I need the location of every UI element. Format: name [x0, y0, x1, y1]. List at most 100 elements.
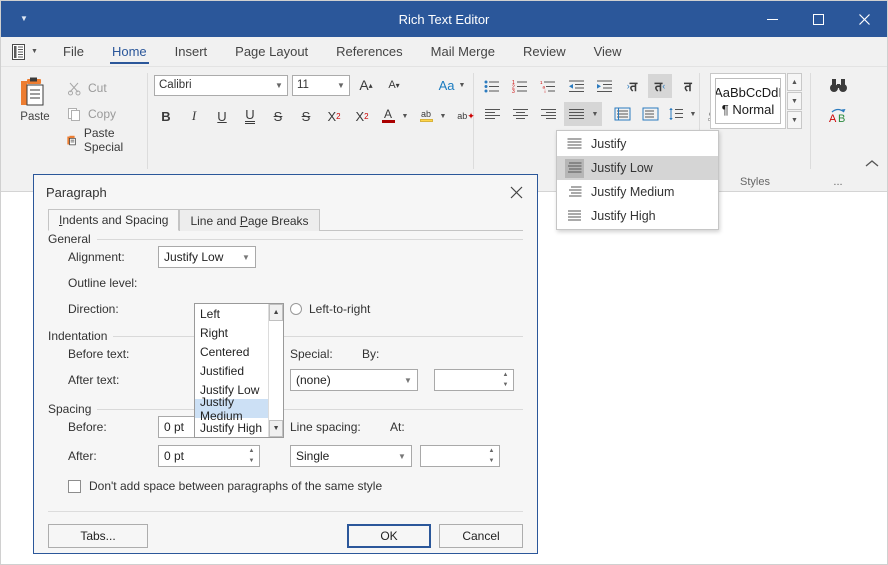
alignment-combo[interactable]: Justify Low ▼: [158, 246, 256, 268]
cancel-button[interactable]: Cancel: [439, 524, 523, 548]
direction-radio-left-to-right[interactable]: Left-to-right: [290, 302, 370, 316]
alignment-list-scrollbar[interactable]: ▲ ▼: [268, 304, 283, 437]
underline-button[interactable]: U: [210, 104, 234, 128]
alignment-option-left[interactable]: Left: [195, 304, 268, 323]
cut-button[interactable]: Cut: [63, 75, 141, 101]
chevron-down-icon[interactable]: ▼: [588, 102, 602, 126]
quick-access-toolbar-button[interactable]: ▼: [1, 1, 47, 37]
style-gallery-scrollbar[interactable]: ▲ ▼ ▼: [787, 73, 802, 130]
spinner-icon[interactable]: ▲▼: [484, 446, 499, 466]
find-binoculars-icon[interactable]: [817, 71, 859, 101]
dialog-close-button[interactable]: [501, 178, 531, 206]
multilevel-list-icon[interactable]: 1 a i: [536, 74, 560, 98]
tab-file[interactable]: File: [49, 37, 98, 66]
subscript-label: X: [355, 109, 364, 124]
dialog-tab-indents-and-spacing[interactable]: Indents and Spacing: [48, 209, 179, 231]
dialog-tab-line-and-page-breaks[interactable]: Line and Page Breaks: [179, 209, 319, 231]
font-color-label: A: [384, 109, 392, 120]
line-spacing-icon[interactable]: [666, 102, 686, 126]
bold-button[interactable]: B: [154, 104, 178, 128]
numbering-icon[interactable]: 1 2 3: [508, 74, 532, 98]
font-size-combo[interactable]: 11 ▼: [292, 75, 350, 96]
tab-page-layout[interactable]: Page Layout: [221, 37, 322, 66]
superscript-button[interactable]: X2: [322, 104, 346, 128]
tabs-button[interactable]: Tabs...: [48, 524, 148, 548]
outline-level-label: Outline level:: [48, 276, 158, 290]
alignment-option-justify-medium[interactable]: Justify Medium: [195, 399, 268, 418]
tab-view[interactable]: View: [580, 37, 636, 66]
alignment-option-right[interactable]: Right: [195, 323, 268, 342]
line-spacing-split[interactable]: ▼: [666, 102, 700, 126]
paste-button[interactable]: Paste: [7, 71, 63, 123]
menu-item-justify-high[interactable]: Justify High: [557, 204, 718, 228]
paste-special-button[interactable]: Paste Special: [63, 127, 141, 153]
line-numbers-icon[interactable]: [610, 102, 634, 126]
minimize-button[interactable]: [749, 1, 795, 37]
alignment-option-justified[interactable]: Justified: [195, 361, 268, 380]
chevron-down-icon[interactable]: ▼: [686, 102, 700, 126]
font-color-button[interactable]: A: [378, 104, 398, 128]
font-color-split[interactable]: A ▼: [378, 104, 412, 128]
title-bar: ▼ Rich Text Editor: [1, 1, 887, 37]
replace-icon[interactable]: A B: [817, 101, 859, 131]
justify-icon[interactable]: [564, 102, 588, 126]
show-formatting-marks-icon[interactable]: त: [676, 74, 700, 98]
spacing-after-spinner[interactable]: 0 pt ▲▼: [158, 445, 260, 467]
double-underline-button[interactable]: U: [238, 104, 262, 128]
spinner-icon[interactable]: ▲▼: [498, 370, 513, 390]
at-spinner[interactable]: ▲▼: [420, 445, 500, 467]
paragraph-borders-icon[interactable]: [638, 102, 662, 126]
align-right-icon[interactable]: [536, 102, 560, 126]
scroll-up-icon[interactable]: ▲: [787, 73, 802, 91]
right-to-left-icon[interactable]: त‹: [648, 74, 672, 98]
collapse-ribbon-icon[interactable]: [865, 159, 879, 171]
chevron-down-icon[interactable]: ▼: [436, 104, 450, 128]
scroll-down-icon[interactable]: ▼: [787, 92, 802, 110]
alignment-option-centered[interactable]: Centered: [195, 342, 268, 361]
bullets-icon[interactable]: [480, 74, 504, 98]
close-button[interactable]: [841, 1, 887, 37]
line-spacing-combo[interactable]: Single ▼: [290, 445, 412, 467]
italic-button[interactable]: I: [182, 104, 206, 128]
highlight-split[interactable]: ab ▼: [416, 104, 450, 128]
chevron-down-icon[interactable]: ▼: [398, 104, 412, 128]
by-spinner[interactable]: ▲▼: [434, 369, 514, 391]
menu-item-justify-low[interactable]: Justify Low: [557, 156, 718, 180]
align-center-icon[interactable]: [508, 102, 532, 126]
maximize-button[interactable]: [795, 1, 841, 37]
line-spacing-value: Single: [296, 449, 329, 463]
tab-insert[interactable]: Insert: [161, 37, 222, 66]
menu-item-justify-medium[interactable]: Justify Medium: [557, 180, 718, 204]
grow-font-button[interactable]: A▴: [354, 73, 378, 97]
increase-indent-icon[interactable]: [592, 74, 616, 98]
spinner-icon[interactable]: ▲▼: [244, 446, 259, 466]
strikethrough-button[interactable]: S: [266, 104, 290, 128]
dont-add-space-checkbox[interactable]: Don't add space between paragraphs of th…: [48, 479, 382, 493]
justify-split-button[interactable]: ▼: [564, 102, 602, 126]
double-strikethrough-button[interactable]: S: [294, 104, 318, 128]
ribbon-menu-icon[interactable]: ▼: [1, 37, 49, 66]
decrease-indent-icon[interactable]: [564, 74, 588, 98]
shrink-font-button[interactable]: A▾: [382, 73, 406, 97]
scroll-up-icon[interactable]: ▲: [269, 304, 283, 321]
tab-home[interactable]: Home: [98, 37, 161, 66]
change-case-button[interactable]: Aa ▼: [434, 73, 470, 97]
align-left-icon[interactable]: [480, 102, 504, 126]
menu-item-justify[interactable]: Justify: [557, 132, 718, 156]
highlight-label: ab: [421, 110, 431, 119]
special-combo[interactable]: (none) ▼: [290, 369, 418, 391]
copy-button[interactable]: Copy: [63, 101, 141, 127]
tab-mail-merge[interactable]: Mail Merge: [417, 37, 509, 66]
highlight-button[interactable]: ab: [416, 104, 436, 128]
tab-review[interactable]: Review: [509, 37, 580, 66]
scroll-down-icon[interactable]: ▼: [269, 420, 283, 437]
style-gallery-item-normal[interactable]: AaBbCcDdI ¶ Normal: [710, 73, 786, 129]
tab-references[interactable]: References: [322, 37, 416, 66]
left-to-right-icon[interactable]: ›त: [620, 74, 644, 98]
alignment-option-justify-high[interactable]: Justify High: [195, 418, 268, 437]
scrollbar-thumb[interactable]: [269, 321, 283, 420]
subscript-button[interactable]: X2: [350, 104, 374, 128]
ok-button[interactable]: OK: [347, 524, 431, 548]
font-name-combo[interactable]: Calibri ▼: [154, 75, 288, 96]
more-styles-icon[interactable]: ▼: [787, 111, 802, 129]
